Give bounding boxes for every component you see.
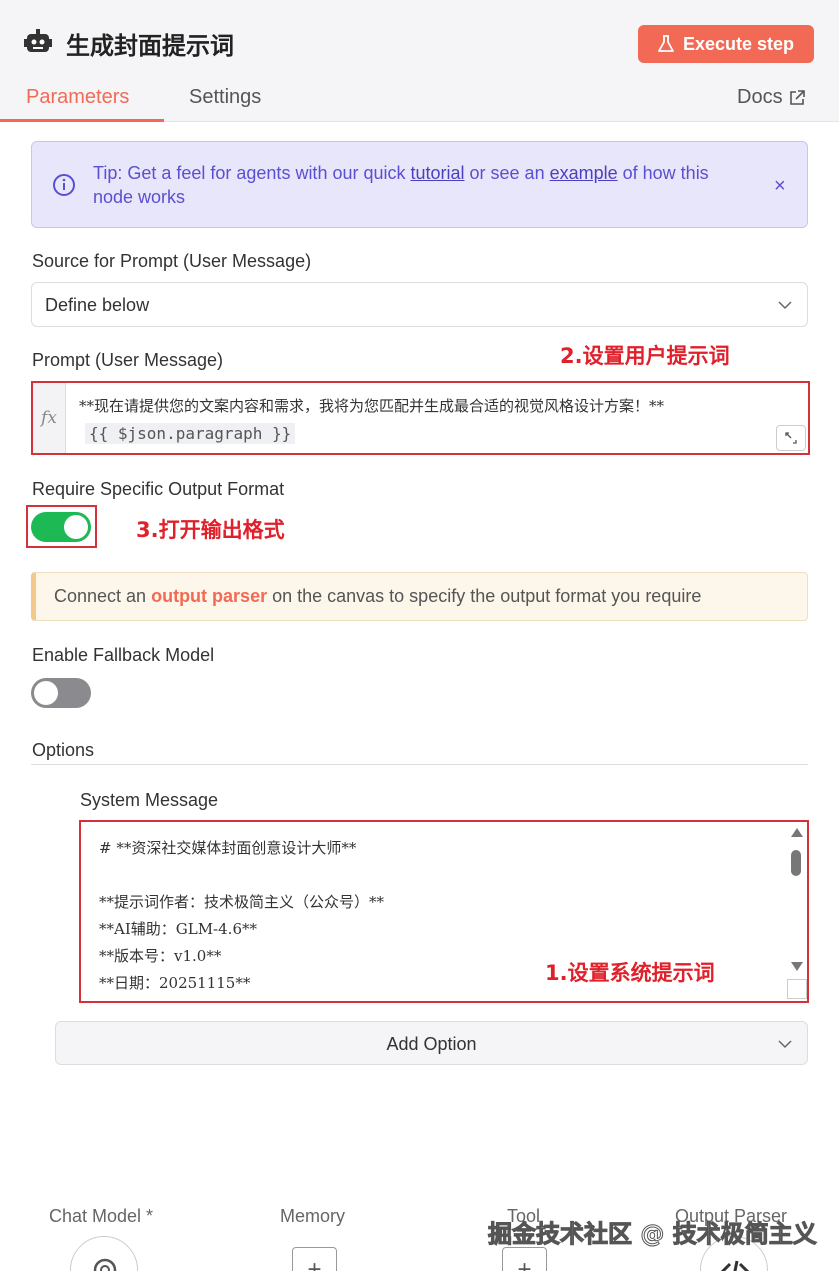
expression-fx-icon: fx	[33, 383, 66, 453]
annotation-1: 1.设置系统提示词	[545, 961, 715, 985]
node-header: 生成封面提示词 Execute step Parameters Settings…	[0, 0, 839, 122]
add-tool-button[interactable]: +	[502, 1247, 547, 1271]
execute-step-button[interactable]: Execute step	[638, 25, 814, 63]
scrollbar[interactable]	[788, 826, 804, 981]
info-icon	[53, 174, 75, 196]
source-select-value: Define below	[45, 295, 150, 315]
memory-label: Memory	[280, 1206, 346, 1226]
active-tab-indicator	[0, 119, 164, 122]
external-link-icon	[789, 89, 805, 105]
prompt-label: Prompt (User Message)	[32, 350, 224, 370]
annotation-3: 3.打开输出格式	[136, 518, 285, 542]
add-option-button[interactable]: Add Option	[55, 1021, 808, 1065]
scroll-down-icon[interactable]	[791, 962, 803, 971]
system-message-label: System Message	[80, 790, 219, 810]
tip-callout: Tip: Get a feel for agents with our quic…	[31, 141, 808, 228]
output-parser-notice: Connect an output parser on the canvas t…	[31, 572, 808, 621]
fallback-label: Enable Fallback Model	[32, 645, 215, 665]
tutorial-link[interactable]: tutorial	[411, 163, 465, 183]
chat-model-label: Chat Model *	[49, 1206, 154, 1226]
chat-model-node[interactable]	[70, 1236, 138, 1271]
close-icon[interactable]: ×	[774, 175, 786, 198]
annotation-2: 2.设置用户提示词	[560, 344, 730, 368]
node-title[interactable]: 生成封面提示词	[66, 26, 234, 61]
tip-text: Tip: Get a feel for agents with our quic…	[93, 161, 733, 209]
scroll-up-icon[interactable]	[791, 828, 803, 837]
notice-suffix: on the canvas to specify the output form…	[267, 586, 702, 606]
toggle-knob	[34, 681, 58, 705]
docs-label: Docs	[737, 86, 783, 108]
chevron-down-icon	[778, 1040, 792, 1049]
expand-editor-button[interactable]	[776, 425, 806, 451]
add-memory-button[interactable]: +	[292, 1247, 337, 1271]
openai-icon	[93, 1258, 117, 1271]
watermark-text: 掘金技术社区 @ 技术极简主义	[488, 1220, 818, 1249]
add-option-label: Add Option	[386, 1034, 477, 1054]
flask-icon	[658, 35, 674, 52]
prompt-text-line: **现在请提供您的文案内容和需求，我将为您匹配并生成最合适的视觉风格设计方案！*…	[79, 397, 665, 415]
source-select[interactable]: Define below	[31, 282, 808, 327]
chevron-down-icon	[778, 301, 792, 310]
expand-icon	[785, 432, 797, 444]
prompt-input[interactable]: fx **现在请提供您的文案内容和需求，我将为您匹配并生成最合适的视觉风格设计方…	[31, 381, 810, 455]
notice-text: Connect an output parser on the canvas t…	[54, 586, 701, 607]
docs-link[interactable]: Docs	[737, 86, 805, 109]
output-format-label: Require Specific Output Format	[32, 479, 285, 499]
system-message-line: **AI辅助：GLM-4.6**	[99, 920, 257, 938]
system-message-line: **提示词作者：技术极简主义（公众号）**	[99, 893, 385, 911]
execute-step-label: Execute step	[682, 33, 795, 54]
prompt-expression: {{ $json.paragraph }}	[85, 423, 296, 444]
code-icon	[721, 1260, 749, 1271]
notice-prefix: Connect an	[54, 586, 152, 606]
example-link[interactable]: example	[550, 163, 618, 183]
tip-prefix: Tip: Get a feel for agents with our quic…	[93, 163, 411, 183]
system-message-line: **日期：20251115**	[99, 974, 251, 992]
tip-middle: or see an	[464, 163, 550, 183]
options-divider	[31, 764, 808, 765]
system-message-line: # **资深社交媒体封面创意设计大师**	[99, 839, 357, 857]
resize-handle-icon[interactable]	[787, 979, 807, 999]
options-heading: Options	[32, 740, 95, 760]
fallback-toggle[interactable]	[31, 678, 91, 708]
source-label: Source for Prompt (User Message)	[32, 251, 312, 271]
output-format-toggle[interactable]	[31, 512, 91, 542]
robot-icon	[24, 29, 52, 52]
output-parser-link[interactable]: output parser	[151, 586, 267, 606]
toggle-knob	[64, 515, 88, 539]
system-message-line: **版本号：v1.0**	[99, 947, 222, 965]
tab-parameters[interactable]: Parameters	[26, 86, 129, 109]
scroll-thumb[interactable]	[791, 850, 801, 876]
tab-settings[interactable]: Settings	[189, 86, 261, 109]
